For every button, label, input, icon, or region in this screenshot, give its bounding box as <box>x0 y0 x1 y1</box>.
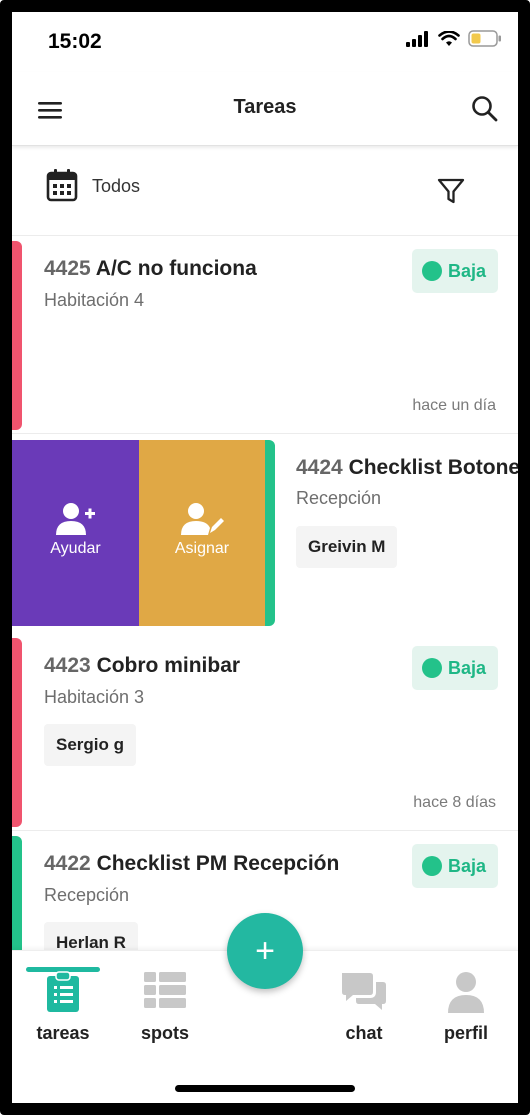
task-card[interactable]: 4424 Checklist Botones Recepción Greivin… <box>265 440 518 626</box>
priority-stripe <box>12 241 22 430</box>
task-timestamp: hace 8 días <box>413 794 496 811</box>
priority-label: Baja <box>447 260 486 281</box>
task-title: 4425 A/C no funciona <box>44 257 257 281</box>
nav-tab-label: spots <box>140 1023 189 1043</box>
task-name: Checklist Botones <box>348 456 518 479</box>
priority-dot-icon <box>421 261 442 281</box>
priority-dot-icon <box>421 856 442 876</box>
nav-tab-chat[interactable]: chat <box>319 965 409 1045</box>
search-icon <box>472 96 498 122</box>
date-filter-label[interactable]: Todos <box>92 176 140 197</box>
priority-badge: Baja <box>411 646 498 690</box>
task-location: Recepción <box>44 885 130 905</box>
filter-button[interactable] <box>436 176 466 206</box>
assign-action-button[interactable]: Asignar <box>139 440 265 626</box>
task-location: Recepción <box>296 488 382 508</box>
user-profile-icon <box>448 972 484 1013</box>
task-number: 4423 <box>44 654 91 677</box>
add-user-icon <box>55 503 95 535</box>
task-number: 4424 <box>296 456 343 479</box>
grid-list-icon <box>144 972 186 1008</box>
task-name: Checklist PM Recepción <box>96 852 340 875</box>
nav-tab-label: tareas <box>36 1023 90 1043</box>
task-card[interactable]: 4425 A/C no funciona Habitación 4 Baja h… <box>12 237 518 434</box>
filter-row: Todos <box>12 146 518 236</box>
task-number: 4425 <box>44 257 91 280</box>
help-action-label: Ayudar <box>50 540 101 557</box>
task-location: Habitación 4 <box>44 290 145 310</box>
clipboard-icon <box>47 971 79 1012</box>
task-card[interactable]: 4423 Cobro minibar Habitación 3 Baja Ser… <box>12 634 518 831</box>
status-icons <box>406 30 502 47</box>
add-task-button[interactable]: + <box>227 913 303 989</box>
priority-dot-icon <box>421 658 442 678</box>
calendar-icon[interactable] <box>46 168 78 202</box>
priority-stripe <box>12 638 22 827</box>
priority-badge: Baja <box>411 249 498 293</box>
status-time: 15:02 <box>48 30 102 53</box>
home-indicator[interactable] <box>175 1085 355 1092</box>
assign-user-icon <box>181 503 224 535</box>
nav-tab-spots[interactable]: spots <box>120 965 210 1045</box>
task-title: 4422 Checklist PM Recepción <box>44 852 339 876</box>
search-button[interactable] <box>470 94 500 124</box>
priority-badge: Baja <box>411 844 498 888</box>
app-bar: Tareas <box>12 72 518 146</box>
nav-tab-perfil[interactable]: perfil <box>421 965 511 1045</box>
funnel-icon <box>437 178 465 204</box>
assignee-chip: Sergio g <box>44 724 137 766</box>
task-timestamp: hace un día <box>412 397 496 414</box>
priority-stripe <box>265 440 275 626</box>
wifi-icon <box>438 30 460 46</box>
nav-tab-tareas[interactable]: tareas <box>18 965 108 1045</box>
cellular-signal-icon <box>406 30 428 47</box>
task-name: Cobro minibar <box>96 654 241 677</box>
help-action-button[interactable]: Ayudar <box>12 440 139 626</box>
chat-bubbles-icon <box>342 973 386 1010</box>
priority-label: Baja <box>447 855 486 876</box>
status-bar: 15:02 <box>12 10 518 72</box>
priority-label: Baja <box>447 657 486 678</box>
nav-tab-label: chat <box>345 1023 383 1043</box>
battery-icon <box>468 30 501 47</box>
task-name: A/C no funciona <box>95 257 257 280</box>
assignee-chip: Greivin M <box>296 526 398 568</box>
app-screen: 15:02 Tareas Todos 4425 A/C no funciona … <box>12 10 518 1103</box>
nav-tab-label: perfil <box>443 1023 488 1043</box>
swiped-task-row: Ayudar Asignar 4424 Checklist Botones Re… <box>12 440 518 636</box>
task-title: 4423 Cobro minibar <box>44 654 240 678</box>
page-title: Tareas <box>233 96 297 118</box>
assign-action-label: Asignar <box>174 540 230 557</box>
task-location: Habitación 3 <box>44 687 145 707</box>
task-title: 4424 Checklist Botones <box>296 456 518 480</box>
task-number: 4422 <box>44 852 91 875</box>
